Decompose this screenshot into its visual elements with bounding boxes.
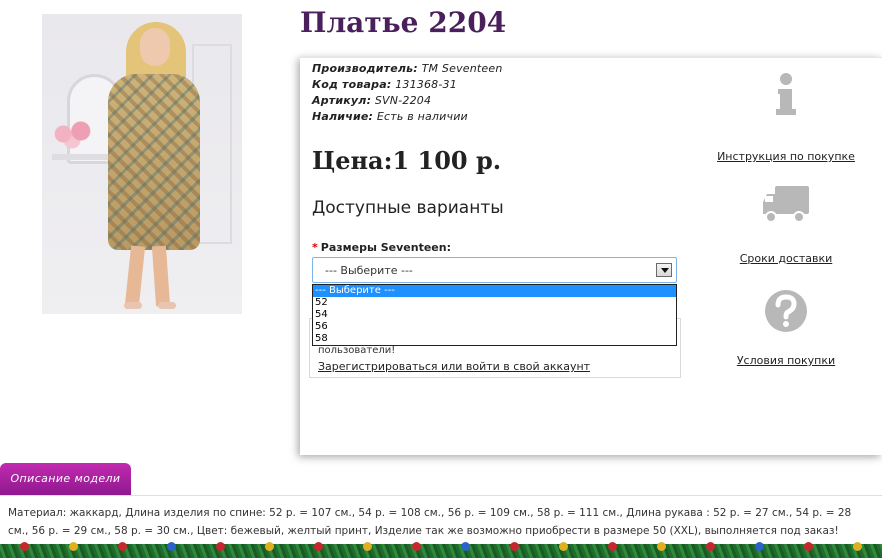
garland-ornament [118, 542, 127, 551]
garland-ornament [314, 542, 323, 551]
garland-ornament [804, 542, 813, 551]
garland-ornament [412, 542, 421, 551]
size-option[interactable]: --- Выберите --- [313, 285, 676, 297]
manufacturer-row: Производитель: TM Seventeen [312, 62, 503, 75]
question-icon[interactable] [763, 288, 809, 334]
variants-heading: Доступные варианты [312, 198, 504, 218]
product-info-panel: Производитель: TM Seventeen Код товара: … [300, 57, 882, 455]
background-flowers [50, 119, 94, 149]
size-select[interactable]: --- Выберите --- [312, 257, 677, 283]
garland-ornament [706, 542, 715, 551]
garland-ornament [363, 542, 372, 551]
model-leg [151, 245, 171, 307]
model-face [140, 28, 170, 66]
garland-needles [0, 544, 882, 558]
tab-description[interactable]: Описание модели [0, 463, 131, 495]
page-title: Платье 2204 [300, 6, 507, 39]
description-panel: Материал: жаккард, Длина изделия по спин… [0, 495, 882, 543]
description-text: Материал: жаккард, Длина изделия по спин… [8, 507, 852, 537]
size-label-text: Размеры Seventeen: [320, 241, 451, 254]
model-dress [108, 74, 200, 250]
truck-icon[interactable] [761, 184, 811, 226]
article-label: Артикул: [312, 94, 372, 107]
product-code-value: 131368-31 [395, 78, 457, 91]
register-login-link[interactable]: Зарегистрироваться или войти в свой акка… [318, 360, 590, 373]
garland-ornament [657, 542, 666, 551]
delivery-link[interactable]: Сроки доставки [716, 252, 856, 265]
article-value: SVN-2204 [374, 94, 432, 107]
availability-label: Наличие: [312, 110, 374, 123]
holiday-garland [0, 540, 882, 558]
garland-ornament [853, 542, 862, 551]
instruction-block: Инструкция по покупке [716, 72, 856, 163]
conditions-block: Условия покупки [716, 288, 856, 367]
garland-ornament [265, 542, 274, 551]
model-shoe [124, 302, 142, 309]
model-leg [124, 245, 146, 307]
garland-ornament [167, 542, 176, 551]
manufacturer-value: TM Seventeen [421, 62, 503, 75]
garland-ornament [461, 542, 470, 551]
availability-row: Наличие: Есть в наличии [312, 110, 468, 123]
conditions-link[interactable]: Условия покупки [716, 354, 856, 367]
size-select-value: --- Выберите --- [325, 264, 413, 277]
instruction-link[interactable]: Инструкция по покупке [716, 150, 856, 163]
manufacturer-label: Производитель: [312, 62, 418, 75]
delivery-block: Сроки доставки [716, 184, 856, 265]
required-mark: * [312, 241, 318, 254]
garland-ornament [559, 542, 568, 551]
garland-ornament [20, 542, 29, 551]
size-label: * Размеры Seventeen: [312, 241, 451, 254]
garland-ornament [608, 542, 617, 551]
size-option[interactable]: 52 [313, 297, 676, 309]
garland-ornament [510, 542, 519, 551]
product-page: Платье 2204 Производитель: TM Seventeen … [0, 0, 882, 558]
register-notice-text: пользователи! [318, 345, 396, 356]
size-option[interactable]: 54 [313, 309, 676, 321]
garland-ornament [69, 542, 78, 551]
product-code-row: Код товара: 131368-31 [312, 78, 457, 91]
product-code-label: Код товара: [312, 78, 392, 91]
model-shoe [158, 302, 176, 309]
article-row: Артикул: SVN-2204 [312, 94, 431, 107]
info-icon[interactable] [774, 72, 798, 120]
size-option[interactable]: 56 [313, 321, 676, 333]
availability-value: Есть в наличии [376, 110, 468, 123]
chevron-down-icon[interactable] [656, 263, 672, 277]
background-table [52, 154, 112, 160]
garland-ornament [216, 542, 225, 551]
product-price: Цена:1 100 р. [312, 146, 502, 175]
product-image[interactable] [42, 14, 242, 314]
garland-ornament [755, 542, 764, 551]
size-option[interactable]: 58 [313, 333, 676, 345]
size-dropdown-list[interactable]: --- Выберите --- 52 54 56 58 [312, 284, 677, 346]
